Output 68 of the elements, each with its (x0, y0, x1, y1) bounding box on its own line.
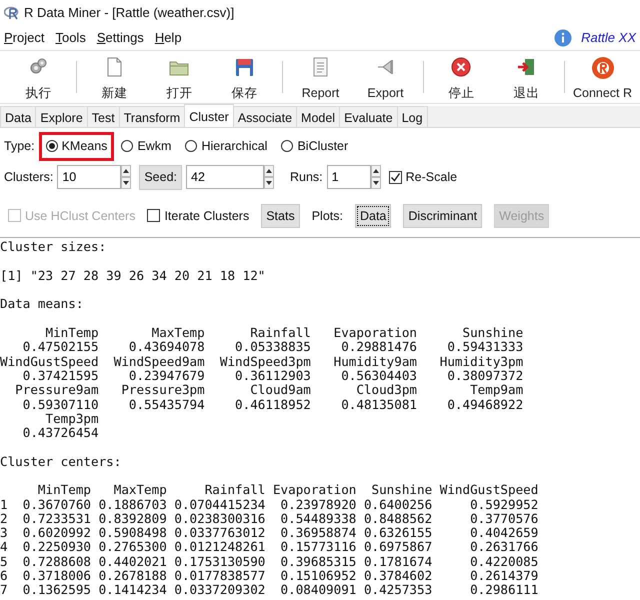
number-field[interactable]: 1 (326, 165, 371, 190)
toolbar-button[interactable]: 退出 (494, 51, 559, 103)
down-triangle-icon (372, 181, 379, 186)
radio-label: Ewkm (137, 138, 172, 155)
radio-button[interactable] (281, 140, 294, 152)
button[interactable]: Data (354, 204, 392, 228)
radio-option[interactable]: KMeans (38, 132, 114, 161)
toolbar-button[interactable]: 保存 (212, 51, 277, 103)
up-triangle-icon (372, 169, 379, 174)
tab[interactable]: Log (396, 106, 428, 127)
menu-item[interactable]: Project (4, 28, 44, 48)
toolbar-button[interactable]: Report (288, 51, 353, 103)
radio-button[interactable] (46, 140, 58, 152)
output-text: MinTemp MaxTemp Rainfall Evaporation Sunshine WindGustSpeed 1 0.3670760 0.1886703 0.0704415234 0.23978920 0.6400256 0.5929952 2 0.7233531 0.8392809 0.0238300316 0.54489338 0.8488562 0.3770576 3 0.6020992 0.5908498 0.0337763012 0.36958874 0.6326155 0.4042659 4 0.2250930 0.2765300 0.0121248261 0.15773116 0.6975867 0.2631766 5 0.7288608 0.4402021 0.1753130590 0.39685315 0.1781674 0.4220085 6 0.3718006 0.2678188 0.0177838577 0.15106952 0.3784602 0.2614379 7 0.1362595 0.1414234 0.0337209302 0.08409091 0.4257353 0.2986111 (0, 483, 540, 598)
toolbar-button[interactable]: 新建 (82, 51, 147, 103)
radio-option[interactable]: BiCluster (274, 132, 356, 161)
button[interactable]: Discriminant (403, 204, 482, 228)
spin-up-button[interactable] (264, 165, 274, 178)
field-label: Clusters: (4, 168, 54, 186)
info-icon[interactable] (554, 29, 572, 47)
output-text: Data means: (0, 297, 84, 312)
toolbar-button[interactable]: 停止 (429, 51, 494, 103)
checkbox[interactable] (388, 170, 402, 184)
number-field[interactable]: 10 (57, 165, 122, 190)
radio-option[interactable]: Ewkm (114, 132, 178, 161)
version-label: Rattle XX (581, 29, 636, 48)
radio-label: KMeans (62, 138, 108, 155)
number-field[interactable]: 42 (186, 165, 264, 190)
spin-down-button[interactable] (370, 177, 381, 190)
field-label: Runs: (290, 168, 323, 186)
output-text: Cluster centers: (0, 454, 122, 469)
output-text: MinTemp MaxTemp Rainfall Evaporation Sunshine 0.47502155 0.43694078 0.05338835 0.29881476 0.59431333 WindGustSpeed WindSpeed9am WindSpeed3pm Humidity9am Humidity3pm 0.37421595 0.23947679 0.36112903 0.56304403 0.38097372 Pressure9am Pressure3pm Cloud9am Cloud3pm Temp9am 0.59307110 0.55435794 0.46118952 0.48135081 0.49468922 Temp3pm 0.43726454 (0, 326, 524, 440)
spin-up-button[interactable] (370, 165, 381, 178)
tab[interactable]: Cluster (184, 104, 234, 127)
output-text: [1] "23 27 28 39 26 34 20 21 18 12" (0, 268, 266, 284)
toolbar-button[interactable]: 打开 (147, 51, 212, 103)
checkbox-label: Iterate Clusters (164, 208, 250, 224)
checkbox-label: Re-Scale (406, 168, 458, 186)
up-triangle-icon (123, 169, 130, 174)
toolbar-button[interactable]: Connect R (570, 51, 635, 103)
app-icon (4, 6, 20, 20)
radio-label: Hierarchical (201, 138, 268, 155)
spin-down-button[interactable] (264, 177, 274, 190)
radio-label: BiCluster (297, 138, 348, 155)
checkbox[interactable] (147, 209, 160, 222)
toolbar-button[interactable]: Export (353, 51, 418, 103)
menu-item[interactable]: Settings (96, 28, 144, 48)
tab[interactable]: Data (0, 106, 36, 127)
spin-up-button[interactable] (121, 165, 132, 178)
radio-option[interactable]: Hierarchical (178, 132, 274, 161)
radio-button[interactable] (121, 140, 134, 152)
menu-item[interactable]: Help (154, 28, 182, 48)
checkbox-label: Use HClust Centers (25, 208, 136, 224)
plots-label: Plots: (312, 208, 343, 224)
down-triangle-icon (123, 181, 130, 186)
tab[interactable]: Explore (35, 106, 88, 127)
up-triangle-icon (266, 169, 272, 174)
down-triangle-icon (266, 181, 272, 186)
seed-button[interactable]: Seed: (139, 164, 182, 190)
window-title: R Data Miner - [Rattle (weather.csv)] (24, 4, 234, 22)
output-text: Cluster sizes: (0, 240, 108, 255)
button[interactable]: Stats (261, 204, 300, 228)
radio-button[interactable] (185, 140, 198, 152)
spin-down-button[interactable] (121, 177, 132, 190)
toolbar-button[interactable]: 执行 (6, 51, 71, 103)
type-label: Type: (4, 138, 35, 155)
menu-item[interactable]: Tools (55, 28, 86, 48)
r-logo-icon (590, 56, 614, 80)
